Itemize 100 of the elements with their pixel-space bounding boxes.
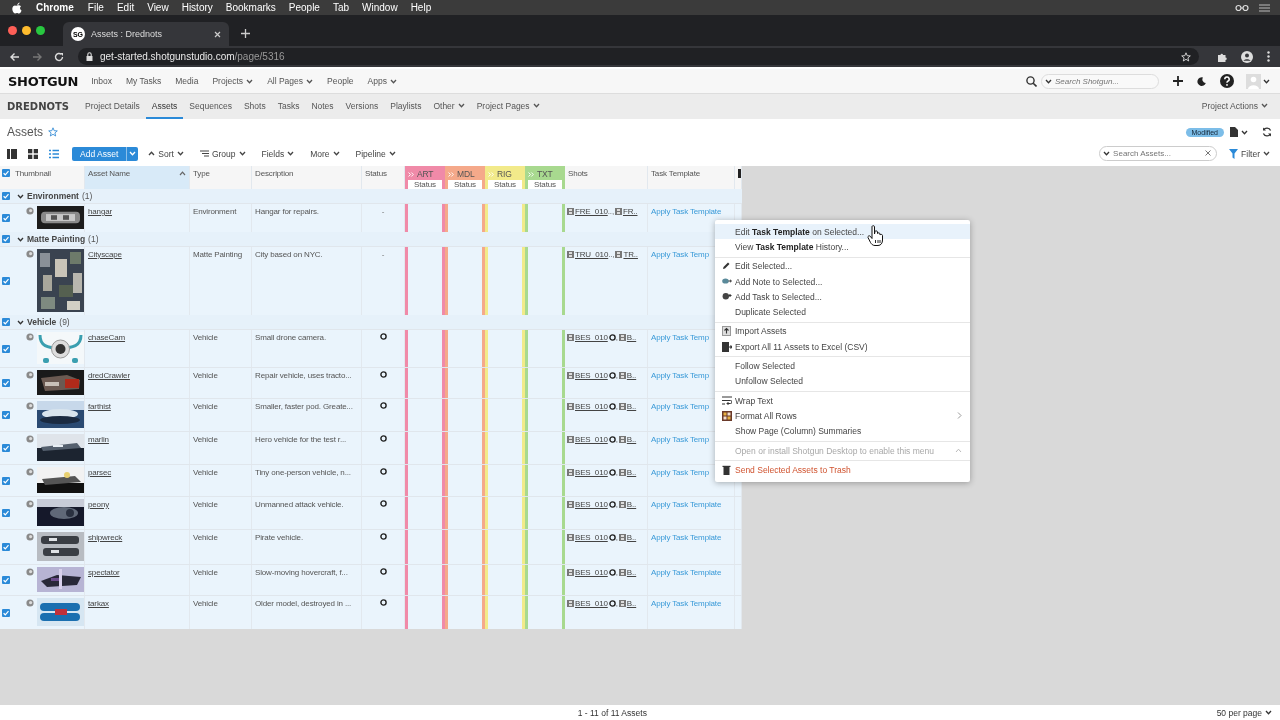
pipeline-step-header[interactable]: MDL Status	[445, 166, 485, 189]
shot-link[interactable]: BES_010	[575, 468, 608, 477]
checkbox[interactable]	[2, 214, 10, 222]
checkbox[interactable]	[2, 476, 10, 485]
checkbox[interactable]	[2, 277, 10, 285]
menu-bar-item[interactable]: Edit	[116, 2, 135, 13]
shot-link[interactable]: BES_010	[575, 333, 608, 342]
shot-link[interactable]: B..	[626, 599, 637, 608]
shot-link[interactable]: BES_010	[575, 533, 608, 542]
app-menu[interactable]: Chrome	[36, 2, 74, 13]
per-page-menu[interactable]: 50 per page	[1216, 707, 1272, 718]
shot-link[interactable]: FRE_010	[575, 207, 608, 216]
asset-link[interactable]: chaseCam	[88, 333, 126, 342]
menu-bar-item[interactable]: People	[288, 2, 320, 13]
asset-link[interactable]: parsec	[88, 468, 112, 477]
checkbox[interactable]	[2, 192, 10, 200]
page-menu[interactable]	[1230, 127, 1248, 137]
menu-item[interactable]: Add Note to Selected...	[735, 276, 823, 287]
toolbar-menu[interactable]: Sort	[148, 148, 184, 159]
menu-item[interactable]: Add Task to Selected...	[735, 291, 822, 302]
profile-icon[interactable]	[1241, 50, 1253, 63]
shot-link[interactable]: TR..	[623, 250, 638, 259]
nav-link[interactable]: Apps	[367, 76, 397, 86]
menu-item[interactable]: Edit Selected...	[735, 261, 793, 272]
menu-item[interactable]: Follow Selected	[735, 361, 795, 371]
project-name[interactable]: DREDNOTS	[7, 101, 70, 112]
more-icon[interactable]	[1267, 51, 1270, 62]
shot-link[interactable]: B..	[626, 402, 637, 411]
nav-link[interactable]: People	[327, 76, 354, 86]
nav-link[interactable]: Inbox	[91, 76, 112, 86]
nav-tab[interactable]: Project Details	[79, 94, 146, 119]
search-field[interactable]: Search Assets...	[1099, 146, 1218, 161]
shot-link[interactable]: B..	[626, 435, 637, 444]
logo[interactable]: SHOTGUN	[8, 73, 79, 89]
column-header[interactable]: Asset Name	[85, 166, 190, 189]
step-status-cell[interactable]	[445, 596, 485, 629]
nav-tab[interactable]: Tasks	[271, 94, 306, 119]
menu-bar-item[interactable]: Tab	[332, 2, 350, 13]
help-icon[interactable]	[1220, 74, 1234, 88]
filter-menu[interactable]: Filter	[1229, 148, 1270, 159]
nav-tab[interactable]: Playlists	[384, 94, 428, 119]
asset-link[interactable]: shipwreck	[88, 533, 123, 542]
close-icon[interactable]	[214, 30, 221, 38]
menu-item[interactable]: View Task Template History...	[735, 241, 849, 252]
step-status-cell[interactable]	[525, 596, 565, 629]
checkbox[interactable]	[2, 318, 10, 326]
collapse-caret-icon[interactable]	[17, 236, 24, 242]
add-asset-button[interactable]: Add Asset	[72, 146, 127, 161]
collapse-caret-icon[interactable]	[17, 319, 24, 325]
asset-link[interactable]: tarkax	[88, 599, 109, 608]
list-view-icon[interactable]	[49, 148, 59, 159]
bookmark-star-icon[interactable]	[1181, 51, 1191, 62]
shot-link[interactable]: B..	[626, 371, 637, 380]
shot-link[interactable]: B..	[626, 500, 637, 509]
clear-icon[interactable]	[1205, 150, 1212, 156]
menu-bar-item[interactable]: Window	[362, 2, 398, 13]
user-menu[interactable]	[1246, 73, 1270, 89]
extensions-icon[interactable]	[1217, 51, 1227, 62]
shot-link[interactable]: BES_010	[575, 371, 608, 380]
shot-link[interactable]: B..	[626, 468, 637, 477]
toolbar-menu[interactable]: Fields	[261, 148, 295, 159]
project-actions-menu[interactable]: Project Actions	[1195, 94, 1274, 119]
asset-link[interactable]: marlin	[88, 435, 109, 444]
toolbar-menu[interactable]: Group	[199, 148, 246, 159]
checkbox[interactable]	[2, 379, 10, 387]
menu-item[interactable]: Show Page (Column) Summaries	[735, 426, 862, 437]
nav-tab[interactable]: Other	[427, 94, 471, 119]
asset-link[interactable]: spectator	[88, 568, 120, 577]
menu-bar-item[interactable]: View	[147, 2, 169, 13]
shot-link[interactable]: BES_010	[575, 402, 608, 411]
menu-bar-item[interactable]: History	[181, 2, 213, 13]
pipeline-step-header[interactable]: TXT Status	[525, 166, 565, 189]
menu-item[interactable]: Import Assets	[735, 326, 787, 337]
new-tab-icon[interactable]	[241, 29, 250, 38]
shot-link[interactable]: BES_010	[575, 568, 608, 577]
checkbox[interactable]	[2, 576, 10, 584]
checkbox[interactable]	[2, 509, 10, 517]
menu-item[interactable]: Unfollow Selected	[735, 376, 804, 387]
pipeline-step-header[interactable]: RIG Status	[485, 166, 525, 189]
nav-link[interactable]: My Tasks	[125, 76, 162, 86]
nav-tab[interactable]: Assets	[145, 94, 184, 119]
moon-icon[interactable]	[1197, 76, 1206, 86]
nav-tab[interactable]: Notes	[305, 94, 340, 119]
step-status-cell[interactable]	[405, 596, 445, 629]
address-bar[interactable]: get-started.shotgunstudio.com/page/5316	[78, 48, 1199, 65]
menu-bar-item[interactable]: Bookmarks	[225, 2, 276, 13]
checkbox[interactable]	[2, 444, 10, 452]
nav-link[interactable]: All Pages	[267, 76, 314, 86]
nav-tab[interactable]: Sequences	[183, 94, 238, 119]
nav-tab[interactable]: Project Pages	[470, 94, 546, 119]
checkbox[interactable]	[2, 543, 10, 551]
back-icon[interactable]	[10, 51, 20, 62]
checkbox[interactable]	[2, 411, 10, 419]
checkbox[interactable]	[2, 608, 10, 617]
asset-link[interactable]: Cityscape	[88, 250, 122, 259]
shot-link[interactable]: B..	[626, 568, 637, 577]
asset-link[interactable]: hangar	[88, 207, 112, 216]
checkbox[interactable]	[2, 169, 10, 177]
search-icon[interactable]	[1026, 75, 1037, 87]
refresh-icon[interactable]	[1262, 127, 1272, 137]
